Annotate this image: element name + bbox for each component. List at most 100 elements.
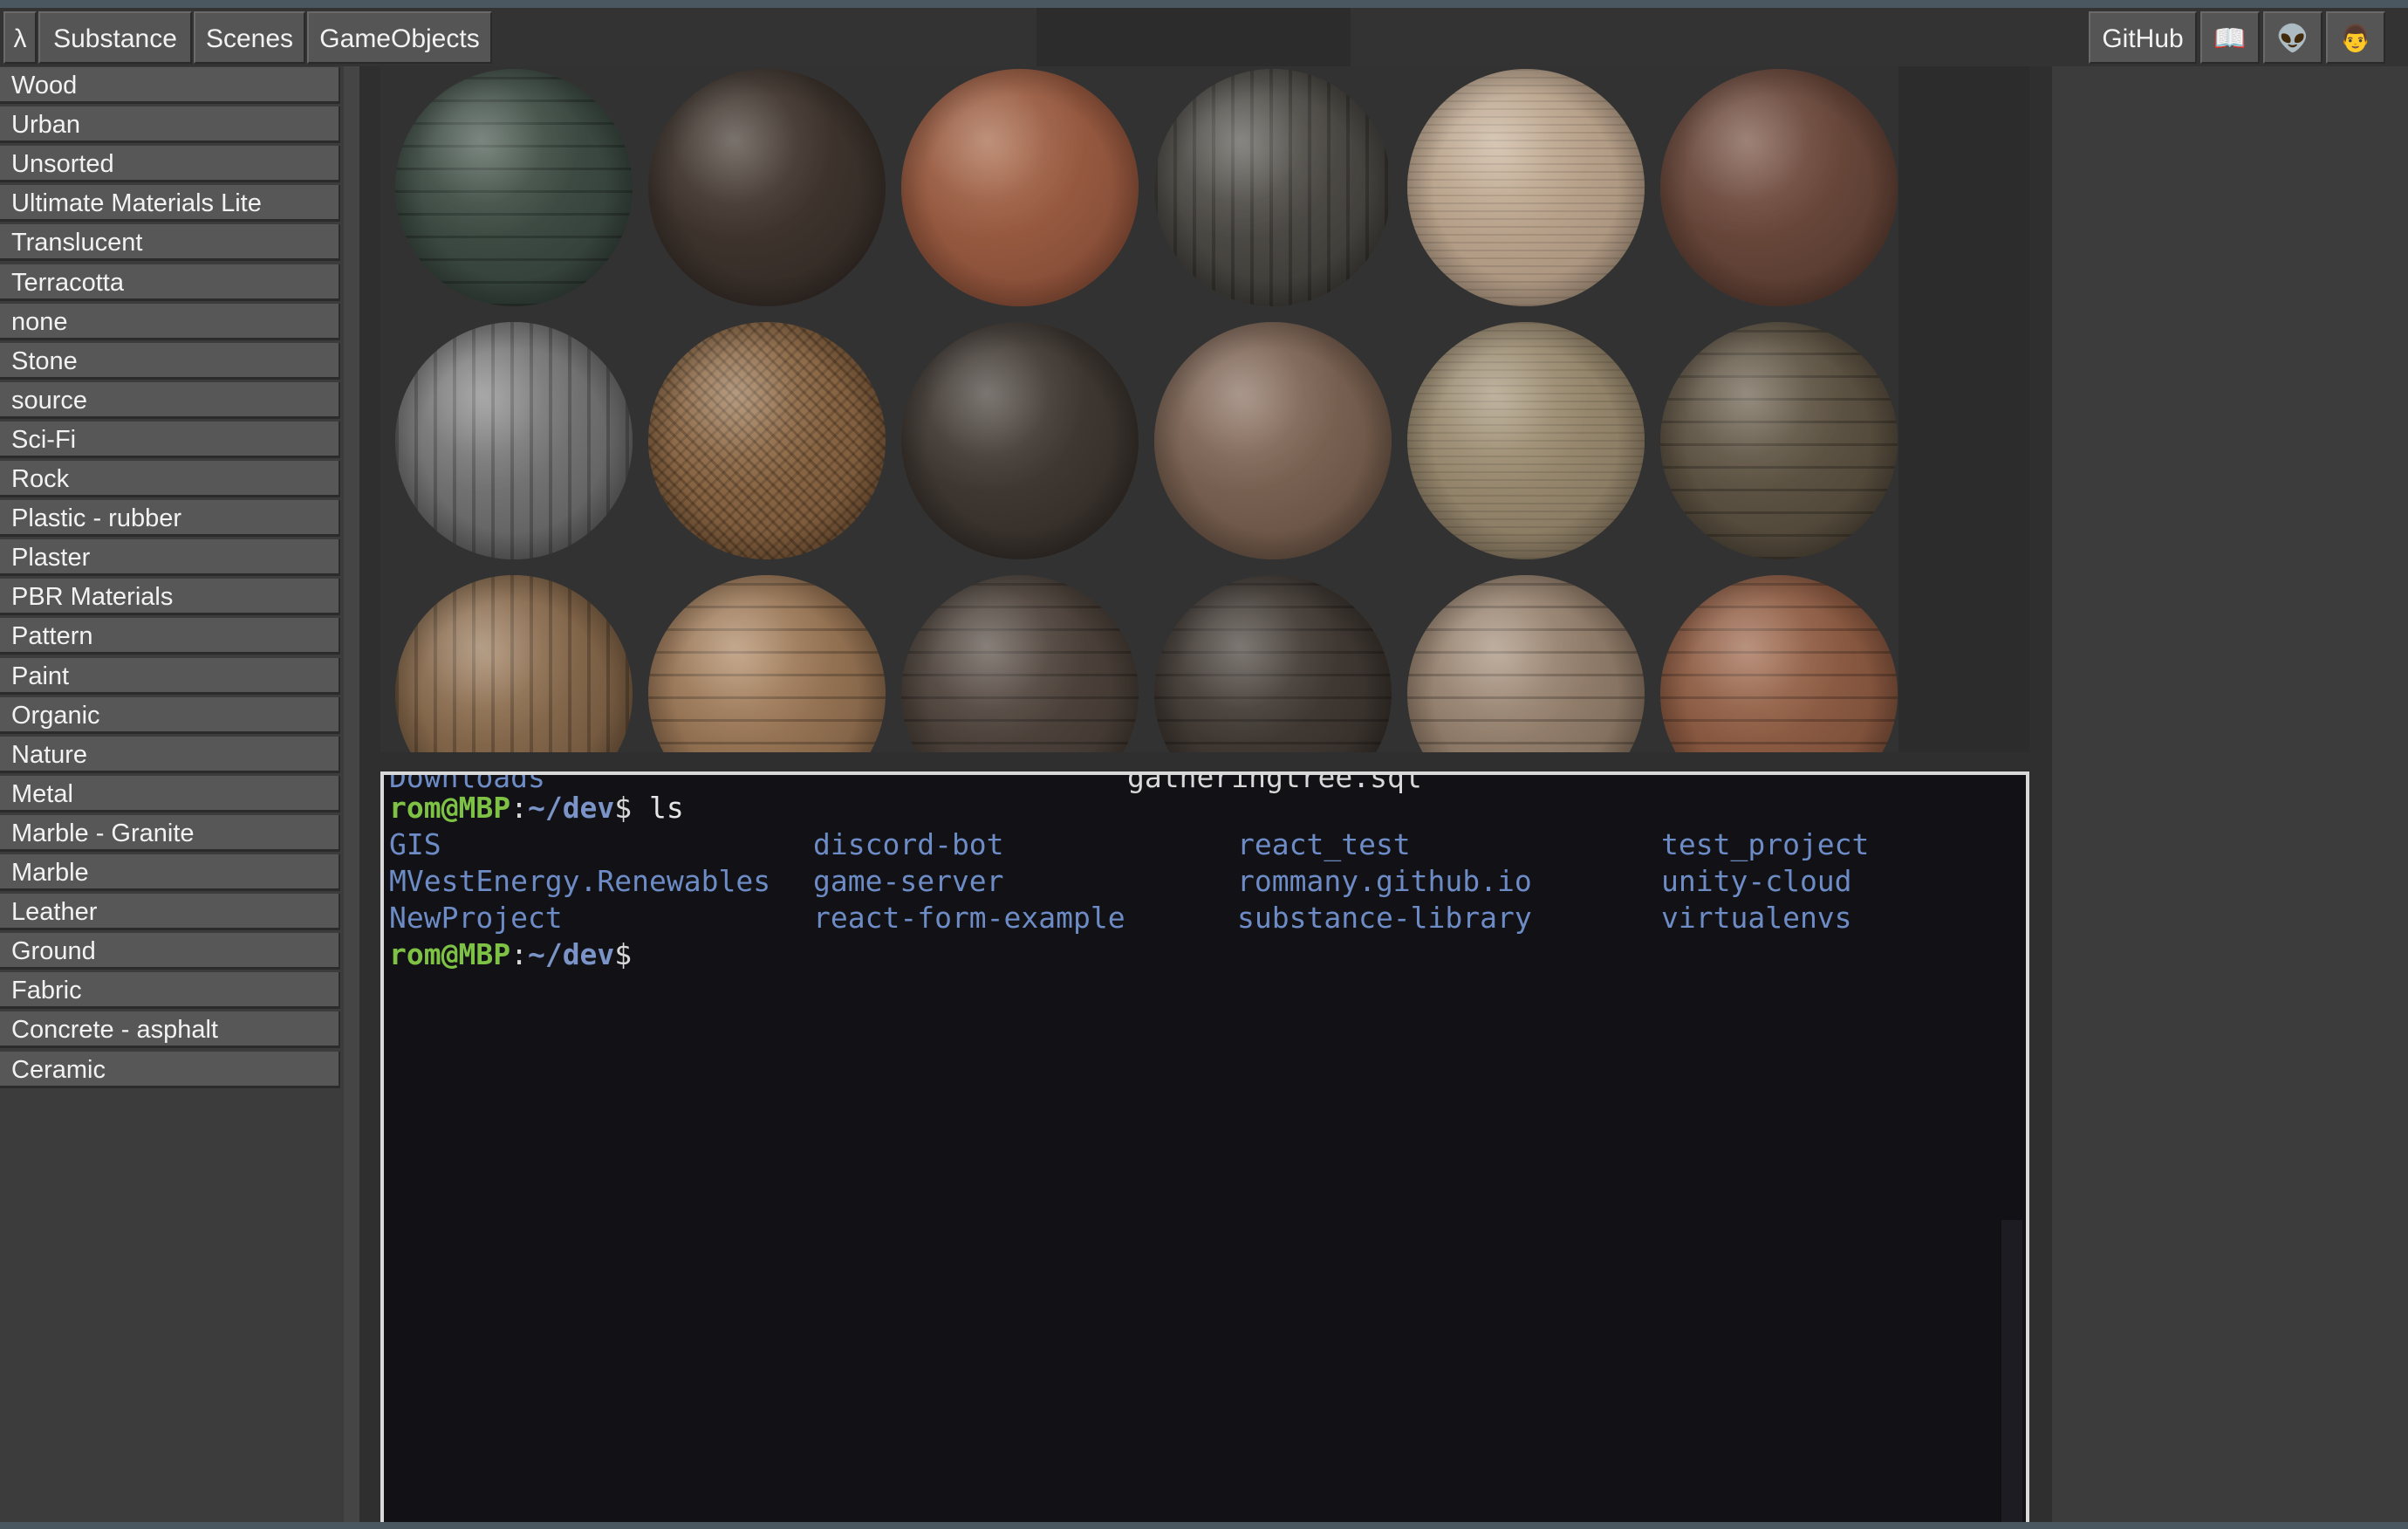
prompt-path: ~/dev [527, 791, 615, 825]
material-sphere-preview [1407, 322, 1645, 559]
material-sphere-preview [1154, 322, 1392, 559]
prompt-dollar: $ [614, 791, 633, 825]
prompt-user: rom@MBP [389, 791, 511, 825]
sidebar-divider[interactable] [344, 66, 359, 1522]
github-button[interactable]: GitHub [2089, 11, 2197, 64]
material-tile[interactable] [1645, 573, 1898, 752]
sidebar-item-paint[interactable]: Paint [0, 658, 340, 695]
sidebar-item-rock[interactable]: Rock [0, 461, 340, 497]
terminal-panel[interactable]: Downloads gatheringtree.sql rom@MBP:~/de… [380, 771, 2029, 1529]
window-bottom-strip [0, 1522, 2408, 1529]
sidebar-item-urban[interactable]: Urban [0, 106, 340, 143]
sidebar-item-plaster[interactable]: Plaster [0, 539, 340, 576]
terminal-ls-entry: discord-bot [813, 827, 1004, 861]
avatar-icon[interactable]: 👨 [2326, 11, 2385, 64]
material-sphere-preview [648, 322, 886, 559]
material-sphere-preview [648, 69, 886, 306]
sidebar-item-marble-granite[interactable]: Marble - Granite [0, 815, 340, 852]
material-tile[interactable] [380, 66, 633, 319]
material-tile[interactable] [1645, 66, 1898, 319]
alien-icon-glyph: 👽 [2276, 24, 2309, 53]
menu-bar-spacer [1036, 8, 1351, 66]
book-icon[interactable]: 📖 [2200, 11, 2260, 64]
terminal-ls-entry: test_project [1661, 827, 1870, 861]
sidebar-item-sci-fi[interactable]: Sci-Fi [0, 422, 340, 458]
sidebar-item-leather[interactable]: Leather [0, 894, 340, 930]
terminal-prompt-line-2: rom@MBP:~/dev$ [389, 936, 632, 973]
material-tile[interactable] [1392, 66, 1645, 319]
terminal-partial-line-mid: gatheringtree.sql [1127, 771, 1422, 794]
material-tile[interactable] [1392, 573, 1645, 752]
menu-bar: λ Substance Scenes GameObjects GitHub 📖 … [0, 8, 2408, 66]
terminal-ls-entry: GIS [389, 827, 441, 861]
terminal-ls-entry: react_test [1237, 827, 1411, 861]
prompt-dollar: $ [614, 937, 633, 971]
sidebar-item-marble[interactable]: Marble [0, 854, 340, 891]
sidebar-item-ceramic[interactable]: Ceramic [0, 1052, 340, 1088]
material-tile[interactable] [1645, 319, 1898, 573]
material-sphere-preview [648, 575, 886, 752]
sidebar-item-ultimate-materials-lite[interactable]: Ultimate Materials Lite [0, 185, 340, 222]
material-tile[interactable] [380, 573, 633, 752]
sidebar-item-terracotta[interactable]: Terracotta [0, 264, 340, 301]
material-tile[interactable] [633, 66, 886, 319]
sidebar-item-wood[interactable]: Wood [0, 67, 340, 104]
material-tile[interactable] [1139, 319, 1392, 573]
terminal-ls-entry: rommany.github.io [1237, 864, 1532, 898]
material-sphere-preview [1660, 69, 1898, 306]
material-tile[interactable] [380, 319, 633, 573]
terminal-command: ls [632, 791, 684, 825]
material-tile[interactable] [1139, 66, 1392, 319]
material-sphere-preview [395, 322, 633, 559]
terminal-ls-entry: NewProject [389, 901, 563, 935]
material-tile[interactable] [886, 319, 1139, 573]
material-sphere-preview [1407, 575, 1645, 752]
material-sphere-preview [1154, 575, 1392, 752]
material-tile[interactable] [1392, 319, 1645, 573]
terminal-ls-entry: substance-library [1237, 901, 1532, 935]
material-sphere-preview [1407, 69, 1645, 306]
material-sphere-preview [901, 69, 1139, 306]
sidebar-item-none[interactable]: none [0, 304, 340, 340]
material-tile[interactable] [633, 319, 886, 573]
material-tile[interactable] [886, 573, 1139, 752]
terminal-scrollbar[interactable] [2001, 1220, 2022, 1529]
book-icon-glyph: 📖 [2213, 24, 2247, 53]
sidebar-item-ground[interactable]: Ground [0, 933, 340, 970]
material-tile[interactable] [1139, 573, 1392, 752]
material-tile[interactable] [886, 66, 1139, 319]
terminal-ls-entry: react-form-example [813, 901, 1125, 935]
sidebar-item-nature[interactable]: Nature [0, 737, 340, 773]
sidebar-item-unsorted[interactable]: Unsorted [0, 146, 340, 182]
material-sphere-preview [1660, 322, 1898, 559]
sidebar-item-pbr-materials[interactable]: PBR Materials [0, 579, 340, 615]
material-sphere-preview [395, 575, 633, 752]
avatar-icon-glyph: 👨 [2339, 24, 2372, 53]
sidebar-item-fabric[interactable]: Fabric [0, 972, 340, 1009]
terminal-ls-entry: game-server [813, 864, 1004, 898]
material-sphere-preview [395, 69, 633, 306]
material-tile[interactable] [633, 573, 886, 752]
menu-scenes[interactable]: Scenes [194, 11, 305, 64]
sidebar-item-organic[interactable]: Organic [0, 697, 340, 734]
sidebar-item-source[interactable]: source [0, 382, 340, 419]
right-empty-pane [2052, 66, 2408, 1522]
sidebar-item-translucent[interactable]: Translucent [0, 224, 340, 261]
prompt-path: ~/dev [527, 937, 615, 971]
sidebar-item-plastic-rubber[interactable]: Plastic - rubber [0, 500, 340, 537]
menu-gameobjects[interactable]: GameObjects [307, 11, 492, 64]
material-sphere-preview [1660, 575, 1898, 752]
sidebar-item-stone[interactable]: Stone [0, 343, 340, 380]
alien-icon[interactable]: 👽 [2263, 11, 2322, 64]
sidebar-item-metal[interactable]: Metal [0, 776, 340, 812]
terminal-prompt-line-1: rom@MBP:~/dev$ ls [389, 790, 684, 826]
terminal-ls-entry: unity-cloud [1661, 864, 1852, 898]
terminal-ls-entry: virtualenvs [1661, 901, 1852, 935]
sidebar-item-pattern[interactable]: Pattern [0, 618, 340, 655]
sidebar-item-concrete-asphalt[interactable]: Concrete - asphalt [0, 1011, 340, 1048]
menu-substance[interactable]: Substance [38, 11, 192, 64]
material-sphere-preview [901, 575, 1139, 752]
material-sphere-preview [901, 322, 1139, 559]
lambda-menu-button[interactable]: λ [3, 11, 37, 64]
terminal-ls-entry: MVestEnergy.Renewables [389, 864, 771, 898]
